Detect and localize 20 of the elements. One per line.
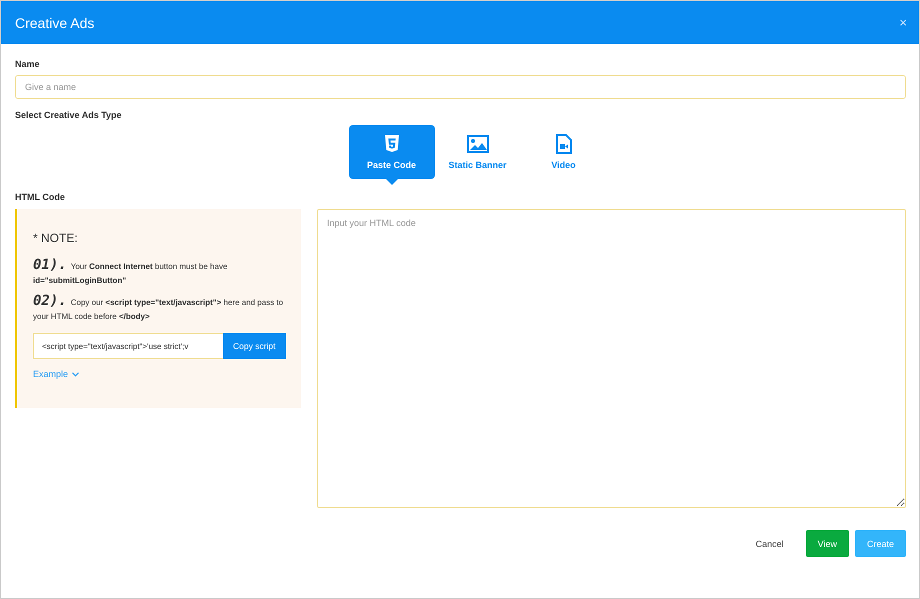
note-title: * NOTE: bbox=[33, 231, 79, 245]
window-title: Creative Ads bbox=[15, 14, 94, 30]
create-button[interactable]: Create bbox=[854, 530, 906, 557]
image-icon bbox=[466, 135, 488, 153]
note-step: 02). Copy our <script type="text/javascript"> here and pass to your HTML code before </body> bbox=[33, 294, 287, 324]
chevron-down-icon bbox=[72, 372, 80, 376]
script-field[interactable]: <script type="text/javascript">'use strict';v bbox=[33, 333, 223, 359]
field-label: Name bbox=[15, 59, 41, 69]
field-label: HTML Code bbox=[15, 192, 66, 202]
html5-icon bbox=[384, 135, 400, 153]
html-code-field[interactable]: Input your HTML code bbox=[317, 209, 906, 508]
note-step: 01). Your Connect Internet button must be have id="submitLoginButton" bbox=[33, 258, 287, 288]
view-button[interactable]: View bbox=[806, 530, 849, 557]
name-field[interactable]: Give a name bbox=[15, 75, 906, 99]
example-link[interactable]: Example bbox=[33, 369, 68, 379]
close-button[interactable]: × bbox=[893, 13, 913, 32]
video-file-icon bbox=[556, 134, 572, 154]
cancel-button[interactable]: Cancel bbox=[744, 530, 796, 557]
copy-script-button[interactable]: Copy script bbox=[223, 333, 286, 359]
field-label: Select Creative Ads Type bbox=[15, 110, 123, 120]
